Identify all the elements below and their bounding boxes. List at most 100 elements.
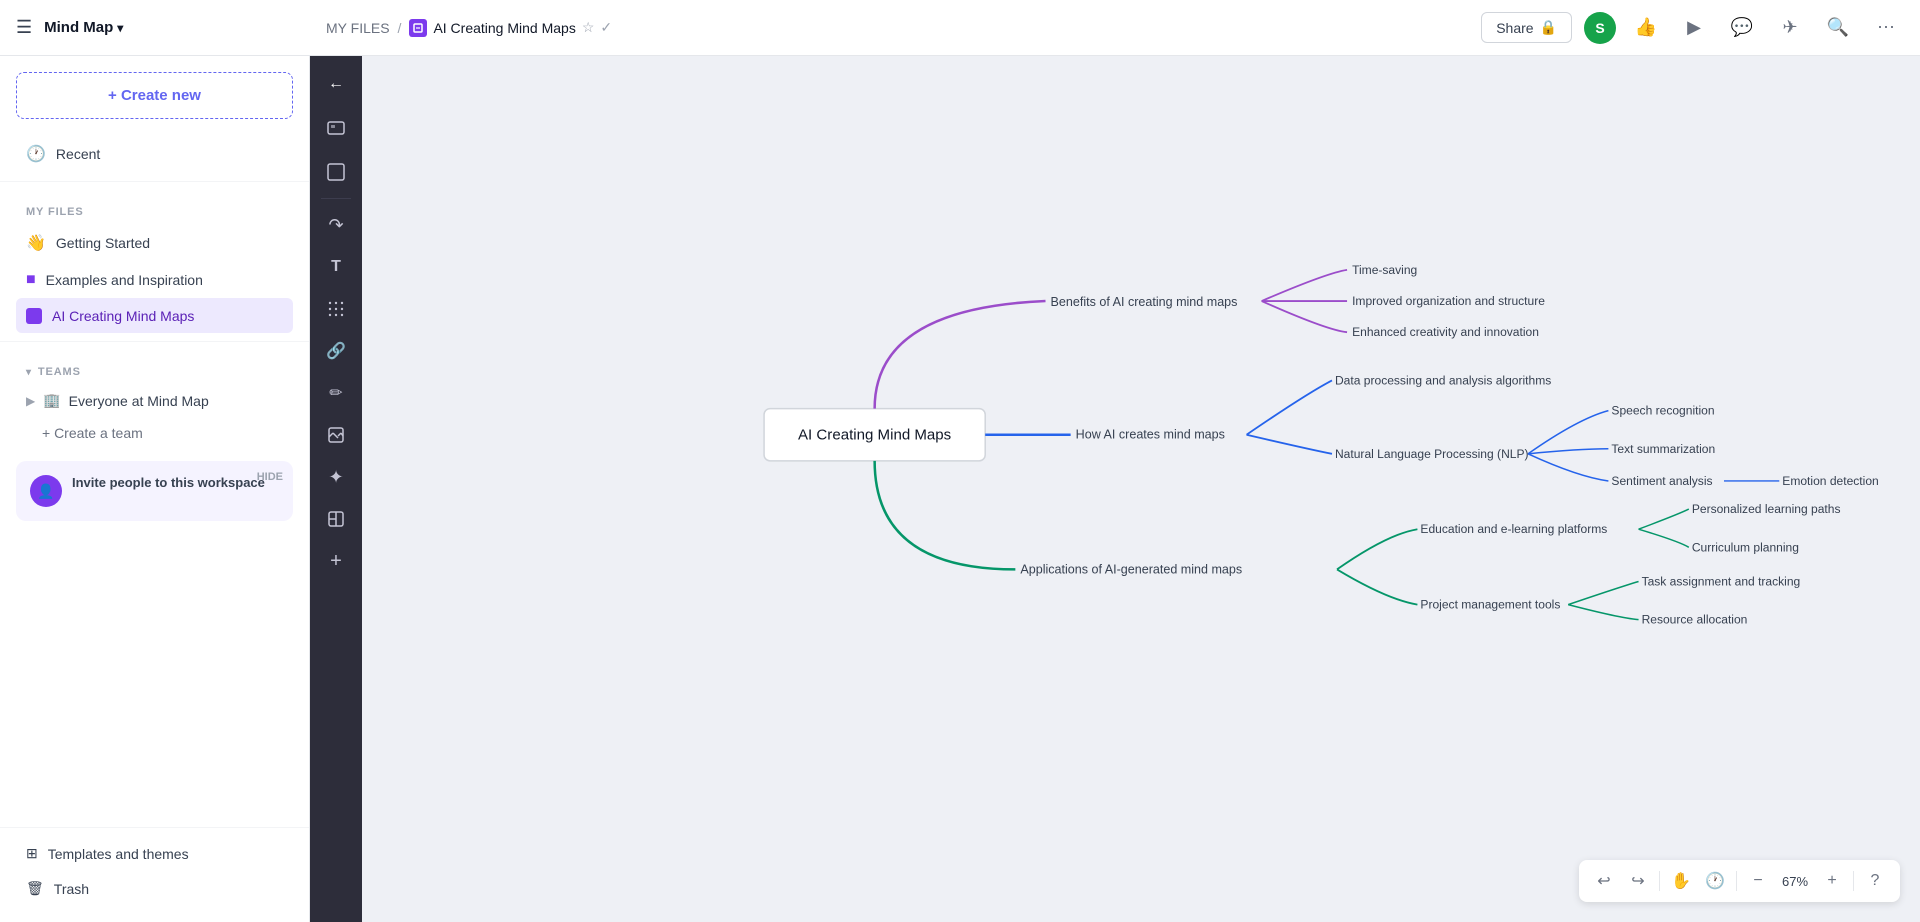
- sidebar-section-recent: 🕐 Recent: [0, 135, 309, 173]
- arrow-tool-button[interactable]: ↷: [316, 205, 356, 245]
- purple-square-icon: ■: [26, 271, 36, 289]
- svg-text:Resource allocation: Resource allocation: [1642, 613, 1748, 627]
- svg-text:Task assignment and tracking: Task assignment and tracking: [1642, 574, 1801, 588]
- select-tool-button[interactable]: [316, 110, 356, 150]
- svg-text:Enhanced creativity and innova: Enhanced creativity and innovation: [1352, 325, 1539, 339]
- star-icon[interactable]: ☆: [582, 19, 595, 36]
- sidebar-divider-2: [0, 341, 309, 342]
- sidebar-myfiles-header[interactable]: MY FILES: [16, 190, 293, 224]
- thumbs-up-button[interactable]: 👍: [1628, 10, 1664, 46]
- share-button[interactable]: Share 🔒: [1481, 12, 1572, 43]
- clock-icon: 🕐: [26, 144, 46, 164]
- teams-arrow-icon: ▾: [26, 367, 32, 378]
- link-tool-button[interactable]: 🔗: [316, 331, 356, 371]
- sidebar-section-myfiles: MY FILES 👋 Getting Started ■ Examples an…: [0, 190, 309, 333]
- back-button[interactable]: ←: [316, 64, 356, 104]
- bottom-divider-1: [1659, 871, 1660, 891]
- search-button[interactable]: 🔍: [1820, 10, 1856, 46]
- breadcrumb: MY FILES / AI Creating Mind Maps ☆ ✓: [326, 19, 612, 37]
- breadcrumb-current: AI Creating Mind Maps ☆ ✓: [409, 19, 612, 37]
- create-new-button[interactable]: + Create new: [16, 72, 293, 119]
- sidebar-top: + Create new: [0, 56, 309, 135]
- grid-icon: ⊞: [26, 845, 38, 862]
- ai-file-icon: [26, 307, 42, 324]
- svg-text:AI Creating Mind Maps: AI Creating Mind Maps: [798, 427, 951, 444]
- invite-avatar-icon: [30, 475, 62, 507]
- breadcrumb-separator: /: [398, 20, 402, 36]
- file-icon: [409, 19, 427, 37]
- sidebar-section-teams: ▾ TEAMS ▶ 🏢 Everyone at Mind Map + Creat…: [0, 350, 309, 449]
- sidebar-item-trash[interactable]: 🗑 Trash: [16, 871, 293, 906]
- add-tool-button[interactable]: +: [316, 541, 356, 581]
- svg-text:Text summarization: Text summarization: [1611, 442, 1715, 456]
- sidebar-item-recent[interactable]: 🕐 Recent: [16, 135, 293, 173]
- vertical-toolbar: ← ↷ T 🔗 ✏ ✦ +: [310, 56, 362, 922]
- sidebar-divider-1: [0, 181, 309, 182]
- svg-text:Speech recognition: Speech recognition: [1611, 404, 1714, 418]
- svg-text:Project management tools: Project management tools: [1420, 598, 1560, 612]
- mindmap-svg: AI Creating Mind Maps Benefits of AI cre…: [362, 56, 1920, 922]
- pen-tool-button[interactable]: ✏: [316, 373, 356, 413]
- svg-text:How AI creates mind maps: How AI creates mind maps: [1076, 428, 1225, 442]
- help-button[interactable]: ?: [1860, 866, 1890, 896]
- mindmap-container: AI Creating Mind Maps Benefits of AI cre…: [362, 56, 1920, 922]
- topbar-right: Share 🔒 S 👍 ▶ 💬 ✈ 🔍 ⋯: [1481, 10, 1904, 46]
- hand-button[interactable]: ✋: [1666, 866, 1696, 896]
- zoom-level: 67%: [1777, 874, 1813, 889]
- check-circle-icon[interactable]: ✓: [600, 19, 612, 36]
- sidebar-create-team[interactable]: + Create a team: [16, 417, 293, 449]
- workspace-name[interactable]: Mind Map ▾: [44, 19, 123, 36]
- text-tool-button[interactable]: T: [316, 247, 356, 287]
- bottom-divider-3: [1853, 871, 1854, 891]
- canvas-area[interactable]: AI Creating Mind Maps Benefits of AI cre…: [362, 56, 1920, 922]
- undo-button[interactable]: ↩: [1589, 866, 1619, 896]
- bottom-divider-2: [1736, 871, 1737, 891]
- svg-text:Education and e-learning platf: Education and e-learning platforms: [1420, 522, 1607, 536]
- svg-text:Emotion detection: Emotion detection: [1782, 474, 1878, 488]
- history-button[interactable]: 🕐: [1700, 866, 1730, 896]
- sidebar-item-examples[interactable]: ■ Examples and Inspiration: [16, 262, 293, 298]
- lock-icon: 🔒: [1540, 19, 1557, 36]
- layout-tool-button[interactable]: [316, 499, 356, 539]
- sidebar-item-templates[interactable]: ⊞ Templates and themes: [16, 836, 293, 871]
- svg-text:Time-saving: Time-saving: [1352, 263, 1417, 277]
- present-button[interactable]: ▶: [1676, 10, 1712, 46]
- svg-text:Data processing and analysis a: Data processing and analysis algorithms: [1335, 373, 1551, 387]
- main-layout: + Create new 🕐 Recent MY FILES 👋 Getting…: [0, 56, 1920, 922]
- zoom-in-button[interactable]: +: [1817, 866, 1847, 896]
- svg-text:Curriculum planning: Curriculum planning: [1692, 540, 1799, 554]
- svg-text:Applications of AI-generated m: Applications of AI-generated mind maps: [1020, 562, 1242, 576]
- invite-text: Invite people to this workspace: [72, 475, 265, 490]
- svg-text:Sentiment analysis: Sentiment analysis: [1611, 474, 1712, 488]
- sidebar-bottom: ⊞ Templates and themes 🗑 Trash: [0, 827, 309, 922]
- sidebar-teams-header[interactable]: ▾ TEAMS: [16, 350, 293, 384]
- grid-tool-button[interactable]: [316, 289, 356, 329]
- team-icon: 🏢: [43, 392, 60, 409]
- svg-text:Benefits of AI creating mind m: Benefits of AI creating mind maps: [1051, 295, 1238, 309]
- redo-button[interactable]: ↪: [1623, 866, 1653, 896]
- sidebar-item-getting-started[interactable]: 👋 Getting Started: [16, 224, 293, 262]
- topbar-center: MY FILES / AI Creating Mind Maps ☆ ✓: [326, 19, 1481, 37]
- topbar-left: ☰ Mind Map ▾: [16, 17, 326, 38]
- sidebar: + Create new 🕐 Recent MY FILES 👋 Getting…: [0, 56, 310, 922]
- sidebar-item-everyone[interactable]: ▶ 🏢 Everyone at Mind Map: [16, 384, 293, 417]
- sidebar-item-ai-mind-maps[interactable]: AI Creating Mind Maps: [16, 298, 293, 333]
- comment-button[interactable]: 💬: [1724, 10, 1760, 46]
- share-send-button[interactable]: ✈: [1772, 10, 1808, 46]
- invite-workspace-box: Invite people to this workspace HIDE: [16, 461, 293, 521]
- zoom-out-button[interactable]: −: [1743, 866, 1773, 896]
- frame-tool-button[interactable]: [316, 152, 356, 192]
- teams-item-arrow-icon: ▶: [26, 394, 35, 408]
- breadcrumb-myfiles[interactable]: MY FILES: [326, 20, 390, 36]
- ai-tool-button[interactable]: ✦: [316, 457, 356, 497]
- svg-text:Natural Language Processing (N: Natural Language Processing (NLP): [1335, 447, 1529, 461]
- hamburger-icon[interactable]: ☰: [16, 17, 32, 38]
- more-button[interactable]: ⋯: [1868, 10, 1904, 46]
- bottom-toolbar: ↩ ↪ ✋ 🕐 − 67% + ?: [1579, 860, 1900, 902]
- wave-emoji-icon: 👋: [26, 233, 46, 253]
- svg-text:Improved organization and stru: Improved organization and structure: [1352, 294, 1545, 308]
- avatar[interactable]: S: [1584, 12, 1616, 44]
- hide-button[interactable]: HIDE: [257, 471, 283, 483]
- image-tool-button[interactable]: [316, 415, 356, 455]
- topbar: ☰ Mind Map ▾ MY FILES / AI Creating Mind…: [0, 0, 1920, 56]
